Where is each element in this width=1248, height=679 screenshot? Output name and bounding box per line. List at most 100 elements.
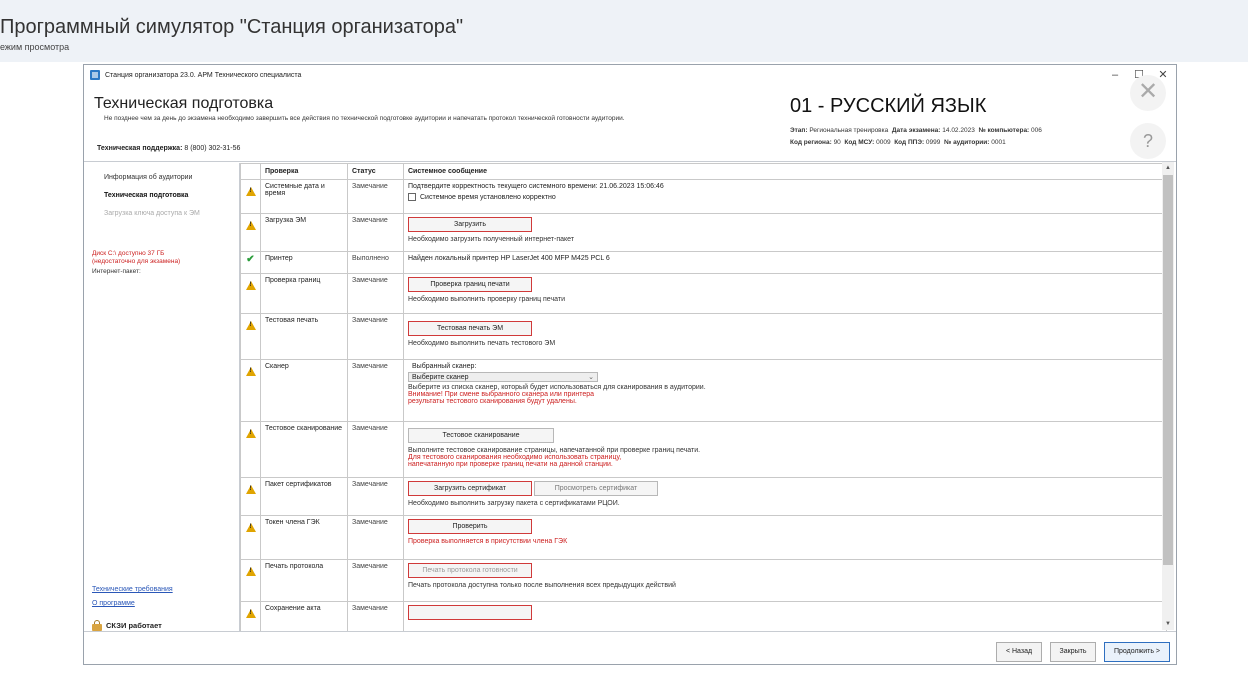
check-gek-button[interactable]: Проверить bbox=[408, 519, 532, 534]
room-value: 0001 bbox=[991, 139, 1006, 146]
date-label: Дата экзамена: bbox=[891, 127, 941, 134]
lock-icon bbox=[92, 620, 102, 631]
header-status: Статус bbox=[347, 163, 404, 180]
row-status: Замечание bbox=[347, 421, 404, 478]
close-button[interactable]: Закрыть bbox=[1050, 642, 1096, 662]
sidebar-item-room-info[interactable]: Информация об аудитории bbox=[104, 174, 192, 181]
row-status: Замечание bbox=[347, 559, 404, 602]
load-cert-button[interactable]: Загрузить сертификат bbox=[408, 481, 532, 496]
save-act-button bbox=[408, 605, 532, 620]
support-line: Техническая поддержка: 8 (800) 302-31-56 bbox=[97, 145, 240, 152]
table-row-em: Загрузка ЭМ Замечание Загрузить Необходи… bbox=[240, 213, 1167, 252]
page-subtitle: Не позднее чем за день до экзамена необх… bbox=[104, 115, 625, 122]
row-status: Замечание bbox=[347, 601, 404, 631]
scanner-select-value: Выберите сканер bbox=[412, 374, 469, 381]
warning-icon bbox=[245, 523, 256, 532]
warning-icon bbox=[245, 281, 256, 290]
warning-icon bbox=[245, 367, 256, 376]
page-title: Техническая подготовка bbox=[94, 95, 274, 112]
test-scan-button[interactable]: Тестовое сканирование bbox=[408, 428, 554, 443]
scroll-up-icon[interactable]: ▲ bbox=[1164, 165, 1172, 171]
warning-icon bbox=[245, 567, 256, 576]
exam-meta-line-2: Код региона: 90 Код МСУ: 0009 Код ППЭ: 0… bbox=[790, 139, 1006, 146]
stage-label: Этап: bbox=[790, 127, 808, 134]
load-em-button[interactable]: Загрузить bbox=[408, 217, 532, 232]
table-row-time: Системные дата и время Замечание Подтвер… bbox=[240, 179, 1167, 214]
warning-icon bbox=[245, 321, 256, 330]
table-row-gek: Токен члена ГЭК Замечание Проверить Пров… bbox=[240, 515, 1167, 560]
exam-meta-line-1: Этап: Региональная тренировка Дата экзам… bbox=[790, 127, 1042, 134]
warning-icon bbox=[245, 187, 256, 196]
internet-package-label: Интернет-пакет: bbox=[92, 268, 141, 275]
tech-requirements-link[interactable]: Технические требования bbox=[92, 586, 173, 593]
ppe-value: 0999 bbox=[925, 139, 941, 146]
continue-button[interactable]: Продолжить > bbox=[1104, 642, 1170, 662]
testscan-warning-2: напечатанную при проверке границ печати … bbox=[408, 461, 613, 468]
row-name: Печать протокола bbox=[260, 559, 348, 602]
row-name: Проверка границ bbox=[260, 273, 348, 314]
warning-icon bbox=[245, 429, 256, 438]
row-status: Замечание bbox=[347, 313, 404, 360]
check-icon: ✔ bbox=[246, 254, 255, 265]
footer-bar: < Назад Закрыть Продолжить > bbox=[84, 631, 1176, 665]
borders-note: Необходимо выполнить проверку границ печ… bbox=[408, 296, 565, 303]
subject-title: 01 - РУССКИЙ ЯЗЫК bbox=[790, 95, 987, 117]
table-row-act: Сохранение акта Замечание bbox=[240, 601, 1167, 631]
about-link[interactable]: О программе bbox=[92, 600, 135, 607]
help-icon[interactable]: ? bbox=[1130, 123, 1166, 159]
scrollbar-thumb[interactable] bbox=[1163, 175, 1173, 565]
disk-warning-line-2: (недостаточно для экзамена) bbox=[92, 258, 181, 265]
time-message: Подтвердите корректность текущего систем… bbox=[408, 183, 664, 190]
scanner-warning-1: Внимание! При смене выбранного сканера и… bbox=[408, 391, 595, 398]
skzi-status-label: СКЗИ работает bbox=[106, 621, 162, 630]
main-content: Информация об аудитории Техническая подг… bbox=[84, 161, 1176, 631]
minimize-button[interactable]: – bbox=[1102, 67, 1128, 83]
print-protocol-button: Печать протокола готовности bbox=[408, 563, 532, 578]
table-header-row: Проверка Статус Системное сообщение bbox=[240, 163, 1167, 180]
test-print-button[interactable]: Тестовая печать ЭМ bbox=[408, 321, 532, 336]
testscan-note: Выполните тестовое сканирование страницы… bbox=[408, 447, 701, 454]
support-label: Техническая поддержка: bbox=[97, 145, 183, 152]
row-status: Замечание bbox=[347, 179, 404, 214]
row-status: Замечание bbox=[347, 477, 404, 516]
disk-warning: Диск C:\ доступно 37 ГБ (недостаточно дл… bbox=[92, 250, 180, 266]
warning-icon bbox=[245, 221, 256, 230]
stage-value: Региональная тренировка bbox=[809, 127, 889, 134]
support-phone: 8 (800) 302-31-56 bbox=[184, 145, 241, 152]
sidebar-item-tech-prep[interactable]: Техническая подготовка bbox=[104, 192, 188, 199]
table-row-certs: Пакет сертификатов Замечание Загрузить с… bbox=[240, 477, 1167, 516]
window-titlebar: Станция организатора 23.0. АРМ Техническ… bbox=[84, 65, 1176, 85]
table-row-protocol: Печать протокола Замечание Печать проток… bbox=[240, 559, 1167, 602]
pc-label: № компьютера: bbox=[978, 127, 1030, 134]
skzi-status: СКЗИ работает bbox=[92, 620, 162, 631]
row-status: Замечание bbox=[347, 273, 404, 314]
row-name: Пакет сертификатов bbox=[260, 477, 348, 516]
table-row-borders: Проверка границ Замечание Проверка грани… bbox=[240, 273, 1167, 314]
scroll-down-icon[interactable]: ▼ bbox=[1164, 621, 1172, 627]
date-value: 14.02.2023 bbox=[942, 127, 975, 134]
row-name: Сканер bbox=[260, 359, 348, 422]
close-icon[interactable]: ✕ bbox=[1130, 75, 1166, 111]
time-correct-checkbox[interactable] bbox=[408, 193, 416, 201]
time-checkbox-label: Системное время установлено корректно bbox=[420, 193, 556, 201]
back-button[interactable]: < Назад bbox=[996, 642, 1042, 662]
warning-icon bbox=[245, 485, 256, 494]
msu-value: 0009 bbox=[876, 139, 891, 146]
scanner-select[interactable]: Выберите сканер ⌄ bbox=[408, 372, 598, 382]
table-row-testprint: Тестовая печать Замечание Тестовая печат… bbox=[240, 313, 1167, 360]
header-message: Системное сообщение bbox=[403, 163, 1167, 180]
row-name: Токен члена ГЭК bbox=[260, 515, 348, 560]
row-status: Выполнено bbox=[347, 251, 404, 274]
view-mode-label: ежим просмотра bbox=[0, 42, 70, 52]
row-status: Замечание bbox=[347, 359, 404, 422]
print-borders-button[interactable]: Проверка границ печати bbox=[408, 277, 532, 292]
header-icon-col bbox=[240, 163, 261, 180]
simulator-header: Программный симулятор "Станция организат… bbox=[0, 0, 1248, 62]
table-row-printer: ✔ Принтер Выполнено Найден локальный при… bbox=[240, 251, 1167, 274]
row-name: Системные дата и время bbox=[260, 179, 348, 214]
testscan-warning-1: Для тестового сканирования необходимо ис… bbox=[408, 454, 622, 461]
sidebar: Информация об аудитории Техническая подг… bbox=[84, 162, 236, 632]
msu-label: Код МСУ: bbox=[844, 139, 875, 146]
printer-message: Найден локальный принтер HP LaserJet 400… bbox=[403, 251, 1167, 274]
view-cert-button: Просмотреть сертификат bbox=[533, 481, 658, 496]
